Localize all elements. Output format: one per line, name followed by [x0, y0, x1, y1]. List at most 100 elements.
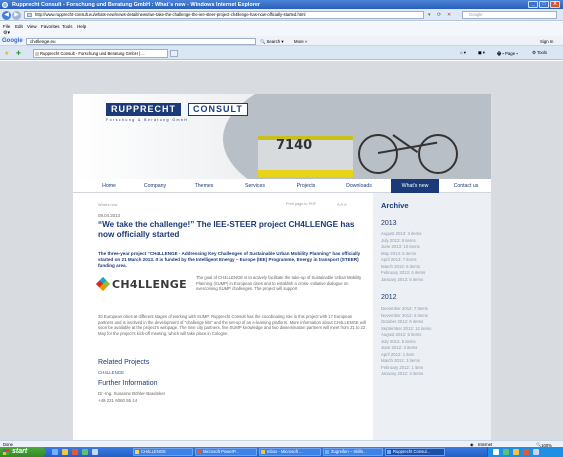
- nav-projects[interactable]: Projects: [285, 179, 327, 193]
- taskbar-button-label: Microsoft PowerP...: [203, 449, 239, 454]
- taskbar-button-label: CH4LLENGE: [141, 449, 166, 454]
- ch4llenge-cube-icon: [95, 276, 111, 292]
- print-pdf-link[interactable]: Print page to PDF: [286, 202, 316, 206]
- address-toolbar: ◀ ▶ http://www.rupprecht-consult.eu/what…: [0, 9, 563, 21]
- archive-item[interactable]: November 2012: 6 items: [381, 313, 428, 318]
- favorites-star-icon[interactable]: ★: [4, 50, 9, 57]
- nav-downloads[interactable]: Downloads: [335, 179, 383, 193]
- article-date: 08.04.2013: [98, 213, 120, 218]
- archive-item[interactable]: June 2013: 10 items: [381, 244, 420, 249]
- quicklaunch-app-icon[interactable]: [82, 449, 88, 455]
- back-icon[interactable]: ◀: [2, 10, 11, 20]
- taskbar-button[interactable]: Inbox - Microsoft ...: [259, 448, 321, 456]
- archive-item[interactable]: May 2013: 6 items: [381, 251, 416, 256]
- nav-services[interactable]: Services: [233, 179, 277, 193]
- feeds-icon[interactable]: ◼ ▾: [478, 50, 485, 56]
- menu-bar: File Edit View Favorites Tools Help: [0, 22, 563, 30]
- tray-icon[interactable]: [513, 449, 519, 455]
- quicklaunch-office-icon[interactable]: [72, 449, 78, 455]
- archive-item[interactable]: July 2012: 5 items: [381, 339, 416, 344]
- address-url: http://www.rupprecht-consult.eu/whats-ne…: [35, 12, 306, 17]
- archive-item[interactable]: August 2013: 3 items: [381, 231, 421, 236]
- archive-item[interactable]: April 2013: 7 items: [381, 257, 417, 262]
- archive-item[interactable]: January 2013: 5 items: [381, 277, 423, 282]
- archive-year-2012[interactable]: 2012: [381, 294, 397, 301]
- font-size-controls[interactable]: A A A: [337, 202, 347, 207]
- forward-icon[interactable]: ▶: [12, 10, 21, 20]
- quicklaunch-folder-icon[interactable]: [62, 449, 68, 455]
- archive-item[interactable]: February 2012: 1 item: [381, 365, 423, 370]
- nav-themes[interactable]: Themes: [183, 179, 225, 193]
- start-button[interactable]: start: [0, 447, 46, 457]
- nav-company[interactable]: Company: [133, 179, 177, 193]
- google-more-button[interactable]: More »: [294, 39, 307, 44]
- menu-tools[interactable]: Tools: [62, 24, 73, 29]
- close-button[interactable]: X: [550, 1, 560, 8]
- search-input[interactable]: Google: [462, 11, 557, 19]
- quicklaunch-ie-icon[interactable]: [52, 449, 58, 455]
- archive-item[interactable]: December 2012: 7 items: [381, 306, 428, 311]
- go-icon[interactable]: ▾: [428, 11, 431, 19]
- tab-label: Rupprecht Consult - Forschung und Beratu…: [40, 51, 145, 56]
- menu-edit[interactable]: Edit: [15, 24, 23, 29]
- system-tray: [487, 447, 563, 457]
- quicklaunch-desktop-icon[interactable]: [92, 449, 98, 455]
- archive-sidebar: Archive 2013 August 2013: 3 items July 2…: [373, 193, 491, 440]
- refresh-icon[interactable]: ⟳: [437, 11, 441, 19]
- page-menu[interactable]: 🖶 ▾ Page ▾: [497, 50, 518, 58]
- taskbar-button-active[interactable]: Rupprecht Consul...: [385, 448, 445, 456]
- tray-icon[interactable]: [523, 449, 529, 455]
- sign-in-link[interactable]: Sign In: [540, 39, 553, 44]
- home-icon[interactable]: ⌂ ▾: [460, 50, 466, 56]
- taskbar-button[interactable]: Microsoft PowerP...: [195, 448, 257, 456]
- new-tab-button[interactable]: [170, 50, 178, 57]
- bicycle-wheel-icon: [418, 134, 458, 174]
- tray-icon[interactable]: [503, 449, 509, 455]
- archive-item[interactable]: October 2012: 6 items: [381, 319, 423, 324]
- tab-row: ★ ✚ Rupprecht Consult - Forschung und Be…: [0, 46, 563, 60]
- archive-item[interactable]: September 2012: 12 items: [381, 326, 431, 331]
- further-info-heading: Further Information: [98, 380, 158, 387]
- menu-favorites[interactable]: Favorites: [41, 24, 60, 29]
- windows-flag-icon: [3, 449, 9, 455]
- site-logo[interactable]: RUPPRECHT CONSULT Forschung & Beratung G…: [106, 103, 248, 129]
- ch4llenge-logo: CH4LLENGE: [95, 276, 188, 294]
- stop-icon[interactable]: ✕: [447, 11, 451, 19]
- archive-item[interactable]: April 2012: 1 item: [381, 352, 414, 357]
- archive-item[interactable]: March 2013: 6 items: [381, 264, 420, 269]
- article-headline: “We take the challenge!” The IEE-STEER p…: [98, 220, 355, 239]
- logo-tagline: Forschung & Beratung GmbH: [106, 118, 189, 122]
- menu-view[interactable]: View: [27, 24, 37, 29]
- breadcrumb[interactable]: What's new: [98, 203, 118, 207]
- archive-item[interactable]: January 2012: 3 items: [381, 371, 423, 376]
- google-search-field[interactable]: ch4llenge.eu: [26, 37, 256, 45]
- address-bar[interactable]: http://www.rupprecht-consult.eu/whats-ne…: [24, 11, 424, 19]
- tray-icon[interactable]: [493, 449, 499, 455]
- related-project-link[interactable]: CH4LLENGE: [98, 370, 124, 375]
- folder-icon: [135, 450, 139, 454]
- archive-item[interactable]: February 2013: 6 items: [381, 270, 425, 275]
- archive-item[interactable]: June 2012: 3 items: [381, 345, 417, 350]
- browser-viewport[interactable]: 7140 RUPPRECHT CONSULT Forschung & Berat…: [0, 61, 563, 440]
- window-titlebar: Rupprecht Consult - Forschung und Beratu…: [0, 0, 563, 9]
- archive-item[interactable]: August 2012: 5 items: [381, 332, 421, 337]
- minimize-button[interactable]: _: [528, 1, 538, 8]
- nav-home[interactable]: Home: [89, 179, 129, 193]
- menu-help[interactable]: Help: [77, 24, 86, 29]
- browser-tab[interactable]: Rupprecht Consult - Forschung und Beratu…: [33, 49, 168, 58]
- add-favorites-icon[interactable]: ✚: [16, 50, 21, 57]
- taskbar-button[interactable]: CH4LLENGE: [133, 448, 193, 456]
- ie-icon: [387, 450, 391, 454]
- contact-phone: +49 221 6060 55 14: [98, 398, 138, 403]
- google-search-button[interactable]: 🔍 Search ▾: [260, 39, 284, 45]
- tools-menu[interactable]: ⚙ Tools: [532, 50, 547, 56]
- archive-item[interactable]: March 2012: 3 items: [381, 358, 420, 363]
- archive-item[interactable]: July 2013: 8 items: [381, 238, 416, 243]
- menu-file[interactable]: File: [3, 24, 10, 29]
- taskbar-button[interactable]: Zugreifen – Skills...: [323, 448, 383, 456]
- nav-contact-us[interactable]: Contact us: [443, 179, 489, 193]
- maximize-button[interactable]: □: [539, 1, 549, 8]
- nav-whats-new[interactable]: What's new: [391, 179, 439, 193]
- archive-year-2013[interactable]: 2013: [381, 220, 397, 227]
- tray-icon[interactable]: [533, 449, 539, 455]
